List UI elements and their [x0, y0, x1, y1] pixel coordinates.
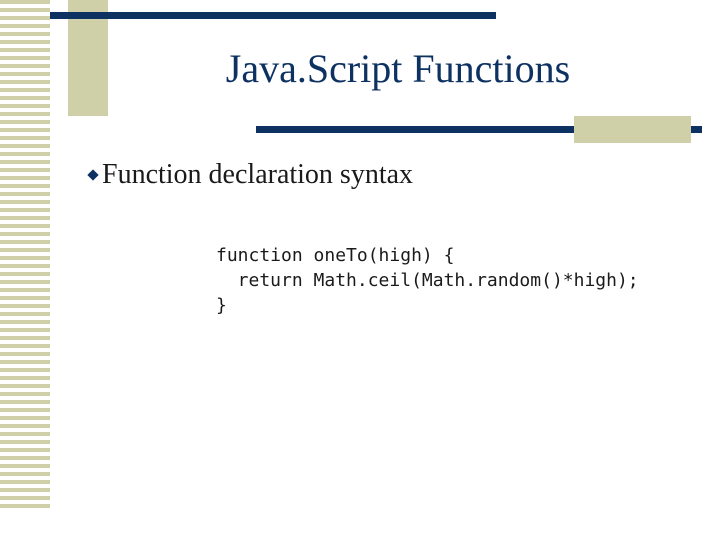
code-line: } — [216, 295, 227, 316]
bullet-item: Function declaration syntax — [86, 156, 413, 194]
diamond-bullet-icon — [87, 169, 99, 181]
code-line: function oneTo(high) { — [216, 245, 455, 266]
slide-title: Java.Script Functions — [225, 46, 571, 91]
code-line: return Math.ceil(Math.random()*high); — [216, 270, 639, 291]
top-title-rule — [50, 12, 496, 19]
bullet-text: Function declaration syntax — [102, 159, 414, 190]
code-block: function oneTo(high) { return Math.ceil(… — [216, 243, 639, 318]
left-stripe-decoration — [0, 0, 50, 512]
right-accent-block — [574, 116, 691, 143]
